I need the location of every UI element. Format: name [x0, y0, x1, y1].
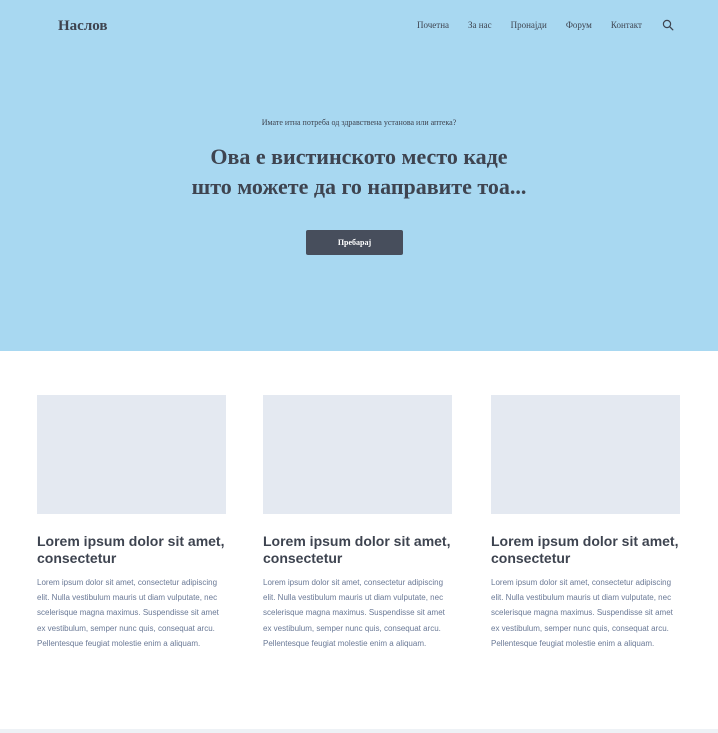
card-title: Lorem ipsum dolor sit amet, consectetur [37, 533, 225, 566]
nav-link-forum[interactable]: Форум [566, 20, 592, 30]
card-text: Lorem ipsum dolor sit amet, consectetur … [37, 578, 219, 648]
card-text: Lorem ipsum dolor sit amet, consectetur … [491, 578, 673, 648]
card-image-placeholder [37, 395, 226, 514]
hero-title-line-1: Ова е вистинското место каде [210, 144, 508, 169]
hero-title-line-2: што можете да го направите тоа... [191, 174, 527, 199]
content-card: Lorem ipsum dolor sit amet, consectetur … [37, 395, 226, 651]
nav-link-contact[interactable]: Контакт [611, 20, 642, 30]
nav-link-find[interactable]: Пронајди [511, 20, 547, 30]
search-button[interactable]: Пребарај [306, 230, 403, 255]
content-card: Lorem ipsum dolor sit amet, consectetur … [263, 395, 452, 651]
search-icon[interactable] [662, 19, 674, 31]
content-card: Lorem ipsum dolor sit amet, consectetur … [491, 395, 680, 651]
nav-links: Почетна За нас Пронајди Форум Контакт [417, 19, 674, 31]
nav-link-home[interactable]: Почетна [417, 20, 449, 30]
nav-link-about[interactable]: За нас [468, 20, 492, 30]
hero-section: Наслов Почетна За нас Пронајди Форум Кон… [0, 0, 718, 351]
hero-title: Ова е вистинското место каде што можете … [0, 142, 718, 202]
card-title: Lorem ipsum dolor sit amet, consectetur [263, 533, 451, 566]
card-title: Lorem ipsum dolor sit amet, consectetur [491, 533, 679, 566]
site-title[interactable]: Наслов [58, 18, 107, 35]
card-text: Lorem ipsum dolor sit amet, consectetur … [263, 578, 445, 648]
footer-divider [0, 729, 718, 733]
hero-kicker: Имате итна потреба од здравствена устано… [261, 118, 457, 127]
card-image-placeholder [263, 395, 452, 514]
top-navigation: Наслов Почетна За нас Пронајди Форум Кон… [0, 0, 718, 56]
card-image-placeholder [491, 395, 680, 514]
